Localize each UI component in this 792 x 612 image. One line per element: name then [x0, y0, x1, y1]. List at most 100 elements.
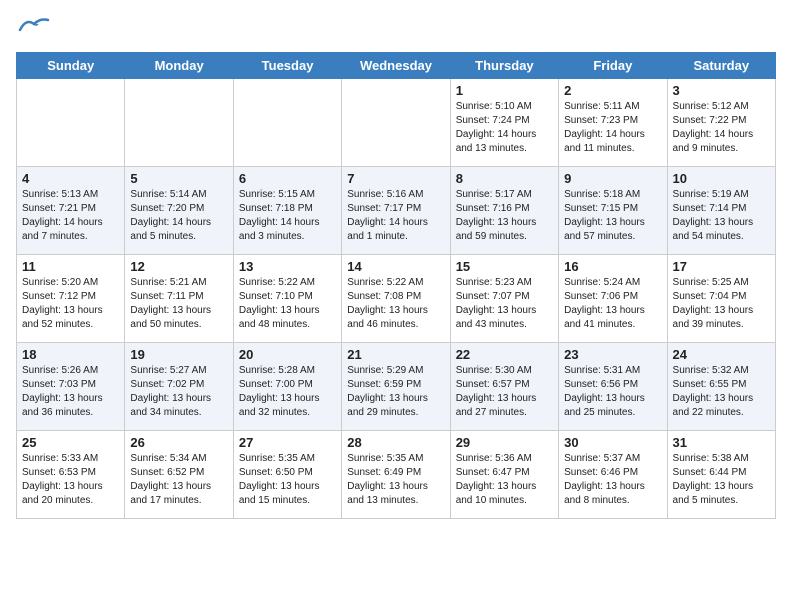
cell-info: Sunrise: 5:36 AM Sunset: 6:47 PM Dayligh… — [456, 452, 553, 508]
calendar-week-3: 11Sunrise: 5:20 AM Sunset: 7:12 PM Dayli… — [17, 255, 776, 343]
cell-info: Sunrise: 5:11 AM Sunset: 7:23 PM Dayligh… — [564, 100, 661, 156]
cell-day-number: 15 — [456, 259, 553, 274]
cell-day-number: 16 — [564, 259, 661, 274]
cell-day-number: 24 — [673, 347, 770, 362]
calendar-cell: 1 Sunrise: 5:10 AM Sunset: 7:24 PM Daylig… — [450, 79, 558, 167]
calendar-cell: 26Sunrise: 5:34 AM Sunset: 6:52 PM Dayli… — [125, 431, 233, 519]
weekday-header-wednesday: Wednesday — [342, 53, 450, 79]
cell-day-number: 7 — [347, 171, 444, 186]
logo-bird-icon — [18, 16, 50, 34]
cell-day-number: 3 — [673, 83, 770, 98]
cell-info: Sunrise: 5:35 AM Sunset: 6:49 PM Dayligh… — [347, 452, 444, 508]
cell-day-number: 22 — [456, 347, 553, 362]
cell-info: Sunrise: 5:15 AM Sunset: 7:18 PM Dayligh… — [239, 188, 336, 244]
cell-info: Sunrise: 5:13 AM Sunset: 7:21 PM Dayligh… — [22, 188, 119, 244]
cell-day-number: 14 — [347, 259, 444, 274]
cell-info: Sunrise: 5:28 AM Sunset: 7:00 PM Dayligh… — [239, 364, 336, 420]
calendar-cell: 3 Sunrise: 5:12 AM Sunset: 7:22 PM Daylig… — [667, 79, 775, 167]
calendar-cell: 20 Sunrise: 5:28 AM Sunset: 7:00 PM Dayli… — [233, 343, 341, 431]
cell-day-number: 9 — [564, 171, 661, 186]
weekday-header-friday: Friday — [559, 53, 667, 79]
calendar-cell: 23 Sunrise: 5:31 AM Sunset: 6:56 PM Dayli… — [559, 343, 667, 431]
cell-info: Sunrise: 5:22 AM Sunset: 7:08 PM Dayligh… — [347, 276, 444, 332]
calendar-cell: 24 Sunrise: 5:32 AM Sunset: 6:55 PM Dayli… — [667, 343, 775, 431]
cell-info: Sunrise: 5:38 AM Sunset: 6:44 PM Dayligh… — [673, 452, 770, 508]
calendar-cell: 10 Sunrise: 5:19 AM Sunset: 7:14 PM Dayli… — [667, 167, 775, 255]
calendar-week-1: 1 Sunrise: 5:10 AM Sunset: 7:24 PM Daylig… — [17, 79, 776, 167]
cell-info: Sunrise: 5:35 AM Sunset: 6:50 PM Dayligh… — [239, 452, 336, 508]
calendar-cell: 22Sunrise: 5:30 AM Sunset: 6:57 PM Dayli… — [450, 343, 558, 431]
cell-info: Sunrise: 5:22 AM Sunset: 7:10 PM Dayligh… — [239, 276, 336, 332]
cell-day-number: 18 — [22, 347, 119, 362]
calendar-cell — [17, 79, 125, 167]
cell-info: Sunrise: 5:12 AM Sunset: 7:22 PM Dayligh… — [673, 100, 770, 156]
calendar-cell: 19 Sunrise: 5:27 AM Sunset: 7:02 PM Dayli… — [125, 343, 233, 431]
calendar-cell: 17 Sunrise: 5:25 AM Sunset: 7:04 PM Dayli… — [667, 255, 775, 343]
cell-day-number: 23 — [564, 347, 661, 362]
calendar-cell: 29 Sunrise: 5:36 AM Sunset: 6:47 PM Dayli… — [450, 431, 558, 519]
calendar-cell: 2 Sunrise: 5:11 AM Sunset: 7:23 PM Daylig… — [559, 79, 667, 167]
cell-day-number: 2 — [564, 83, 661, 98]
cell-info: Sunrise: 5:32 AM Sunset: 6:55 PM Dayligh… — [673, 364, 770, 420]
calendar-cell: 21 Sunrise: 5:29 AM Sunset: 6:59 PM Dayli… — [342, 343, 450, 431]
cell-day-number: 13 — [239, 259, 336, 274]
cell-info: Sunrise: 5:34 AM Sunset: 6:52 PM Dayligh… — [130, 452, 227, 508]
cell-day-number: 10 — [673, 171, 770, 186]
weekday-header-tuesday: Tuesday — [233, 53, 341, 79]
calendar-cell: 14 Sunrise: 5:22 AM Sunset: 7:08 PM Dayli… — [342, 255, 450, 343]
calendar-cell: 25 Sunrise: 5:33 AM Sunset: 6:53 PM Dayli… — [17, 431, 125, 519]
calendar-cell: 8 Sunrise: 5:17 AM Sunset: 7:16 PM Daylig… — [450, 167, 558, 255]
cell-info: Sunrise: 5:24 AM Sunset: 7:06 PM Dayligh… — [564, 276, 661, 332]
calendar-cell: 28 Sunrise: 5:35 AM Sunset: 6:49 PM Dayli… — [342, 431, 450, 519]
cell-day-number: 8 — [456, 171, 553, 186]
cell-info: Sunrise: 5:29 AM Sunset: 6:59 PM Dayligh… — [347, 364, 444, 420]
calendar-cell: 12 Sunrise: 5:21 AM Sunset: 7:11 PM Dayli… — [125, 255, 233, 343]
calendar-cell: 18Sunrise: 5:26 AM Sunset: 7:03 PM Dayli… — [17, 343, 125, 431]
cell-day-number: 27 — [239, 435, 336, 450]
cell-info: Sunrise: 5:37 AM Sunset: 6:46 PM Dayligh… — [564, 452, 661, 508]
weekday-header-monday: Monday — [125, 53, 233, 79]
cell-info: Sunrise: 5:18 AM Sunset: 7:15 PM Dayligh… — [564, 188, 661, 244]
cell-info: Sunrise: 5:14 AM Sunset: 7:20 PM Dayligh… — [130, 188, 227, 244]
calendar-table: SundayMondayTuesdayWednesdayThursdayFrid… — [16, 52, 776, 519]
cell-day-number: 28 — [347, 435, 444, 450]
cell-day-number: 31 — [673, 435, 770, 450]
cell-day-number: 12 — [130, 259, 227, 274]
cell-day-number: 20 — [239, 347, 336, 362]
calendar-cell — [125, 79, 233, 167]
calendar-week-5: 25 Sunrise: 5:33 AM Sunset: 6:53 PM Dayli… — [17, 431, 776, 519]
logo — [16, 16, 50, 40]
cell-day-number: 30 — [564, 435, 661, 450]
page-header — [16, 16, 776, 40]
calendar-cell: 30 Sunrise: 5:37 AM Sunset: 6:46 PM Dayli… — [559, 431, 667, 519]
calendar-cell: 15Sunrise: 5:23 AM Sunset: 7:07 PM Dayli… — [450, 255, 558, 343]
cell-info: Sunrise: 5:27 AM Sunset: 7:02 PM Dayligh… — [130, 364, 227, 420]
calendar-week-2: 4 Sunrise: 5:13 AM Sunset: 7:21 PM Daylig… — [17, 167, 776, 255]
cell-day-number: 1 — [456, 83, 553, 98]
cell-day-number: 5 — [130, 171, 227, 186]
cell-day-number: 4 — [22, 171, 119, 186]
cell-info: Sunrise: 5:19 AM Sunset: 7:14 PM Dayligh… — [673, 188, 770, 244]
calendar-cell: 27 Sunrise: 5:35 AM Sunset: 6:50 PM Dayli… — [233, 431, 341, 519]
cell-day-number: 29 — [456, 435, 553, 450]
calendar-cell: 11Sunrise: 5:20 AM Sunset: 7:12 PM Dayli… — [17, 255, 125, 343]
cell-day-number: 19 — [130, 347, 227, 362]
cell-day-number: 25 — [22, 435, 119, 450]
calendar-cell: 9 Sunrise: 5:18 AM Sunset: 7:15 PM Daylig… — [559, 167, 667, 255]
calendar-cell: 4 Sunrise: 5:13 AM Sunset: 7:21 PM Daylig… — [17, 167, 125, 255]
calendar-week-4: 18Sunrise: 5:26 AM Sunset: 7:03 PM Dayli… — [17, 343, 776, 431]
cell-day-number: 17 — [673, 259, 770, 274]
cell-info: Sunrise: 5:21 AM Sunset: 7:11 PM Dayligh… — [130, 276, 227, 332]
calendar-cell — [233, 79, 341, 167]
weekday-header-row: SundayMondayTuesdayWednesdayThursdayFrid… — [17, 53, 776, 79]
cell-info: Sunrise: 5:25 AM Sunset: 7:04 PM Dayligh… — [673, 276, 770, 332]
cell-info: Sunrise: 5:17 AM Sunset: 7:16 PM Dayligh… — [456, 188, 553, 244]
cell-info: Sunrise: 5:33 AM Sunset: 6:53 PM Dayligh… — [22, 452, 119, 508]
cell-info: Sunrise: 5:20 AM Sunset: 7:12 PM Dayligh… — [22, 276, 119, 332]
weekday-header-sunday: Sunday — [17, 53, 125, 79]
calendar-cell — [342, 79, 450, 167]
cell-info: Sunrise: 5:10 AM Sunset: 7:24 PM Dayligh… — [456, 100, 553, 156]
calendar-cell: 7Sunrise: 5:16 AM Sunset: 7:17 PM Daylig… — [342, 167, 450, 255]
cell-info: Sunrise: 5:31 AM Sunset: 6:56 PM Dayligh… — [564, 364, 661, 420]
cell-day-number: 21 — [347, 347, 444, 362]
